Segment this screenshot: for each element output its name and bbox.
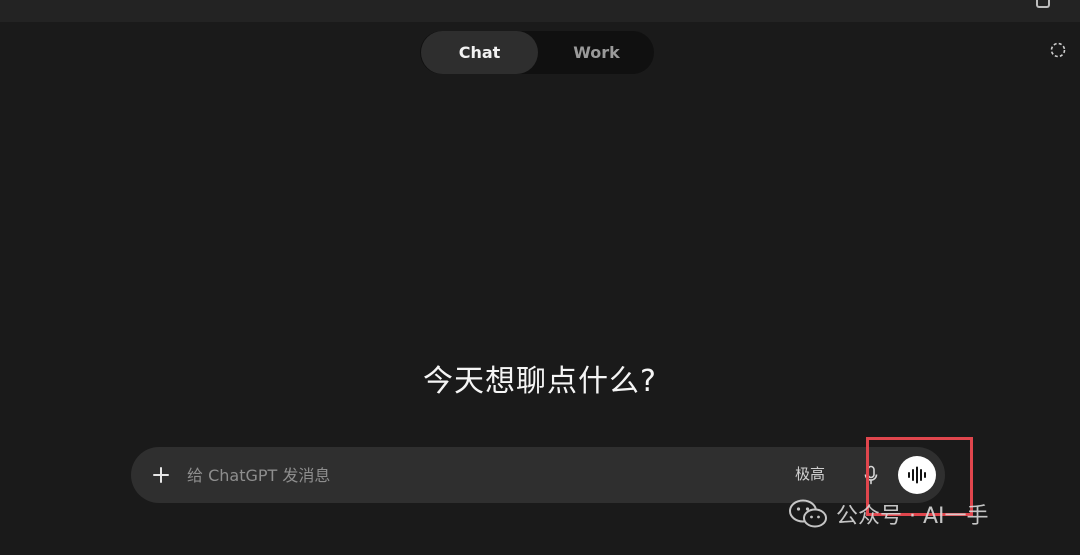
message-input[interactable] [187,461,747,489]
watermark-text: 公众号 · AI一手 [836,504,989,529]
add-attachment-button[interactable] [147,461,175,489]
message-composer: 极高 [131,447,945,503]
page-title: 今天想聊点什么? [423,364,657,399]
wechat-icon [789,499,827,528]
plus-icon [153,467,169,483]
mic-icon [864,465,878,485]
voice-mode-button[interactable] [898,456,936,494]
title-bar [0,0,1080,22]
waveform-icon [908,466,926,484]
dashed-circle-icon[interactable] [1050,42,1066,58]
chatgpt-window: Chat Work 今天想聊点什么? 极高 [0,0,1080,555]
watermark: 公众号 · AI一手 [788,496,989,532]
tab-chat[interactable]: Chat [421,31,538,74]
dictate-button[interactable] [859,463,883,487]
model-selector[interactable]: 极高 [795,463,825,484]
window-control-icon[interactable] [1036,0,1050,8]
tab-work[interactable]: Work [538,31,655,74]
mode-switch: Chat Work [420,31,654,74]
